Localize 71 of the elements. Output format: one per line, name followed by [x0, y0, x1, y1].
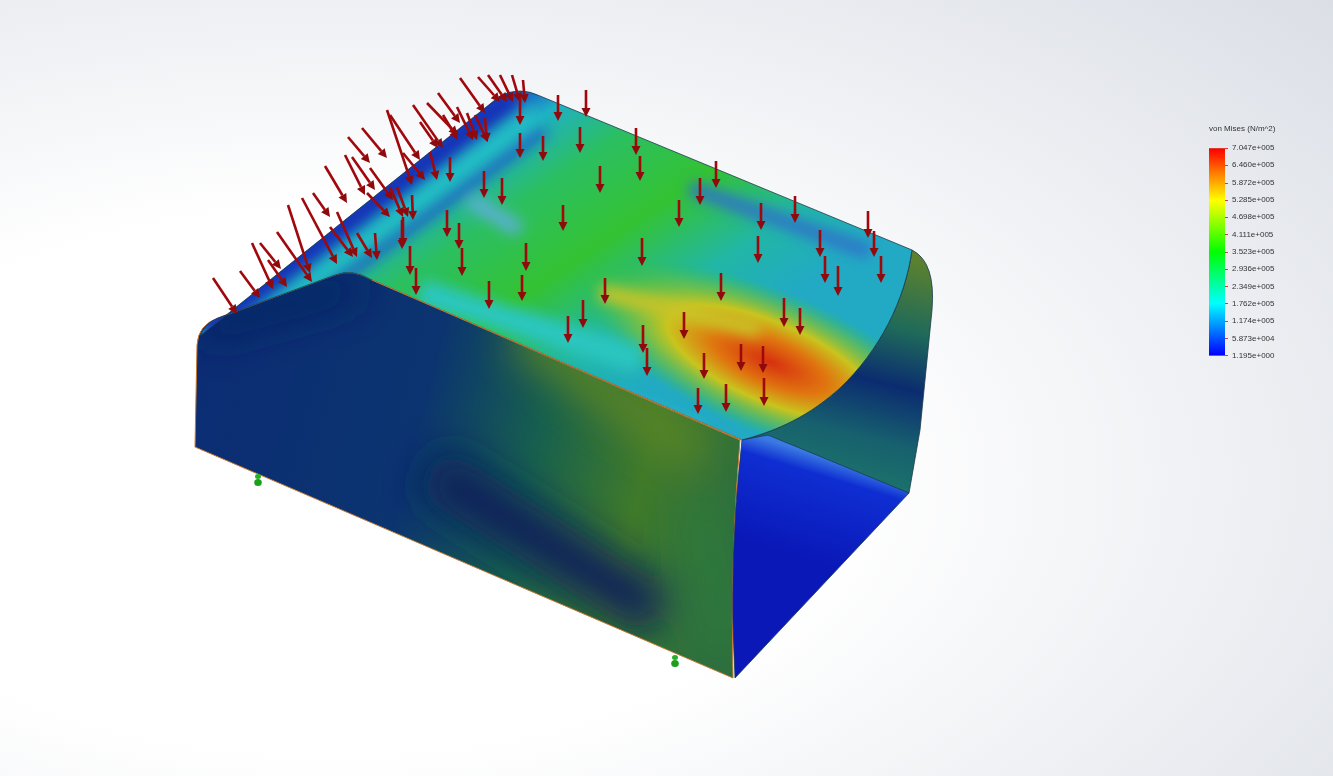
load-arrow-icon [721, 384, 731, 412]
load-arrow-icon [486, 74, 507, 102]
load-arrow-icon [863, 211, 873, 238]
load-arrow-icon [457, 248, 467, 276]
scale-label: 6.460e+005 [1232, 160, 1275, 171]
load-arrow-icon [637, 238, 647, 266]
load-arrow-icon [795, 308, 805, 335]
load-arrow-icon [779, 298, 789, 327]
load-arrow-icon [642, 348, 652, 376]
legend-title: von Mises (N/m^2) [1209, 124, 1276, 134]
load-arrow-icon [484, 281, 494, 309]
load-arrow-icon [578, 300, 588, 328]
load-arrow-icon [521, 243, 531, 271]
scale-label: 4.698e+005 [1232, 212, 1275, 223]
load-arrow-icon [699, 353, 709, 379]
load-arrow-icon [711, 161, 721, 188]
fixture-icon [671, 655, 679, 667]
load-arrow-icon [479, 171, 489, 198]
load-arrow-icon [869, 231, 879, 257]
load-arrow-icon [635, 156, 645, 181]
load-arrow-icon [716, 273, 726, 301]
load-arrow-icon [790, 196, 800, 223]
load-arrow-icon [575, 127, 585, 153]
scale-label: 5.873e+004 [1232, 333, 1275, 344]
scale-label: 3.523e+005 [1232, 246, 1275, 257]
load-arrow-icon [428, 151, 440, 180]
load-arrow-icon [436, 92, 460, 123]
scale-label: 2.349e+005 [1232, 281, 1275, 292]
load-arrow-icon [519, 79, 529, 103]
load-arrow-icon [820, 256, 830, 283]
scale-label: 5.285e+005 [1232, 195, 1275, 205]
load-arrow-icon [595, 166, 605, 193]
scale-label: 5.872e+005 [1232, 177, 1275, 188]
scale-label: 1.195e+000 [1232, 350, 1275, 361]
scale-label: 7.047e+005 [1232, 143, 1275, 153]
load-arrow-icon [558, 205, 568, 231]
load-arrow-icon [631, 128, 641, 155]
load-arrow-icon [753, 236, 763, 263]
scale-label: 4.111e+005 [1232, 229, 1275, 240]
load-arrow-icon [695, 178, 705, 205]
load-arrow-icon [674, 200, 684, 227]
load-arrow-icon [445, 157, 455, 182]
load-arrow-icon [211, 277, 237, 314]
fixture-icon [254, 474, 262, 486]
scale-label: 1.762e+005 [1232, 298, 1275, 309]
load-arrow-icon [758, 346, 768, 373]
load-arrow-icon [815, 230, 825, 257]
scale-label: 1.174e+005 [1232, 316, 1275, 327]
load-arrow-icon [563, 316, 573, 343]
load-arrow-icon [759, 378, 769, 406]
load-arrow-icon [454, 223, 464, 249]
load-arrow-icon [497, 178, 507, 205]
load-arrow-icon [638, 325, 648, 353]
load-arrow-icon [736, 344, 746, 371]
load-arrow-icon [517, 275, 527, 301]
load-arrow-icon [553, 95, 563, 121]
scale-label: 2.936e+005 [1232, 264, 1275, 275]
load-arrow-icon [600, 278, 610, 304]
load-arrow-icon [510, 74, 522, 102]
load-arrow-icon [693, 388, 703, 414]
load-arrow-icon [876, 256, 886, 283]
load-arrow-icon [350, 156, 375, 190]
load-arrow-icon [411, 268, 421, 295]
load-arrow-icon [679, 312, 689, 339]
load-arrow-icon [442, 210, 452, 237]
load-arrow-icon [515, 133, 525, 158]
load-arrow-icon [538, 136, 548, 161]
load-arrow-icon [756, 203, 766, 230]
load-arrow-icon [405, 246, 415, 275]
load-arrow-icon [581, 90, 591, 117]
load-arrow-icon [833, 266, 843, 296]
